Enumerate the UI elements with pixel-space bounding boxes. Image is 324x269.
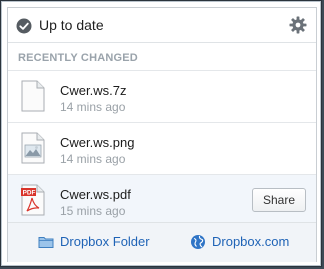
sync-status-text: Up to date — [39, 17, 104, 33]
file-name: Cwer.ws.png — [60, 135, 135, 150]
gear-icon[interactable] — [289, 16, 307, 34]
list-item[interactable]: Cwer.ws.7z 14 mins ago — [8, 70, 316, 122]
folder-icon — [38, 237, 54, 248]
svg-text:PDF: PDF — [23, 190, 36, 197]
list-item[interactable]: Cwer.ws.png 14 mins ago — [8, 122, 316, 174]
section-title: RECENTLY CHANGED — [18, 52, 138, 64]
panel: Up to date RECENTLY CHANGED Cwer.ws.7z 1… — [7, 7, 317, 262]
file-time: 14 mins ago — [60, 100, 126, 114]
share-button[interactable]: Share — [251, 188, 306, 212]
file-name: Cwer.ws.7z — [60, 83, 127, 98]
file-time: 15 mins ago — [60, 204, 126, 218]
footer-bar: Dropbox Folder Dropbox.com — [8, 222, 316, 262]
generic-file-icon — [21, 80, 45, 112]
check-circle-icon — [16, 18, 32, 34]
pdf-file-icon: PDF — [21, 184, 45, 216]
dropbox-notification-window: Up to date RECENTLY CHANGED Cwer.ws.7z 1… — [0, 0, 322, 267]
dropbox-site-label: Dropbox.com — [212, 234, 290, 249]
dropbox-folder-label: Dropbox Folder — [60, 234, 150, 249]
status-header: Up to date — [8, 8, 316, 43]
file-name: Cwer.ws.pdf — [60, 187, 131, 202]
list-item[interactable]: PDF Cwer.ws.pdf 15 mins ago Share — [8, 174, 316, 226]
file-time: 14 mins ago — [60, 152, 126, 166]
image-file-icon — [21, 132, 45, 164]
globe-icon — [191, 235, 205, 249]
